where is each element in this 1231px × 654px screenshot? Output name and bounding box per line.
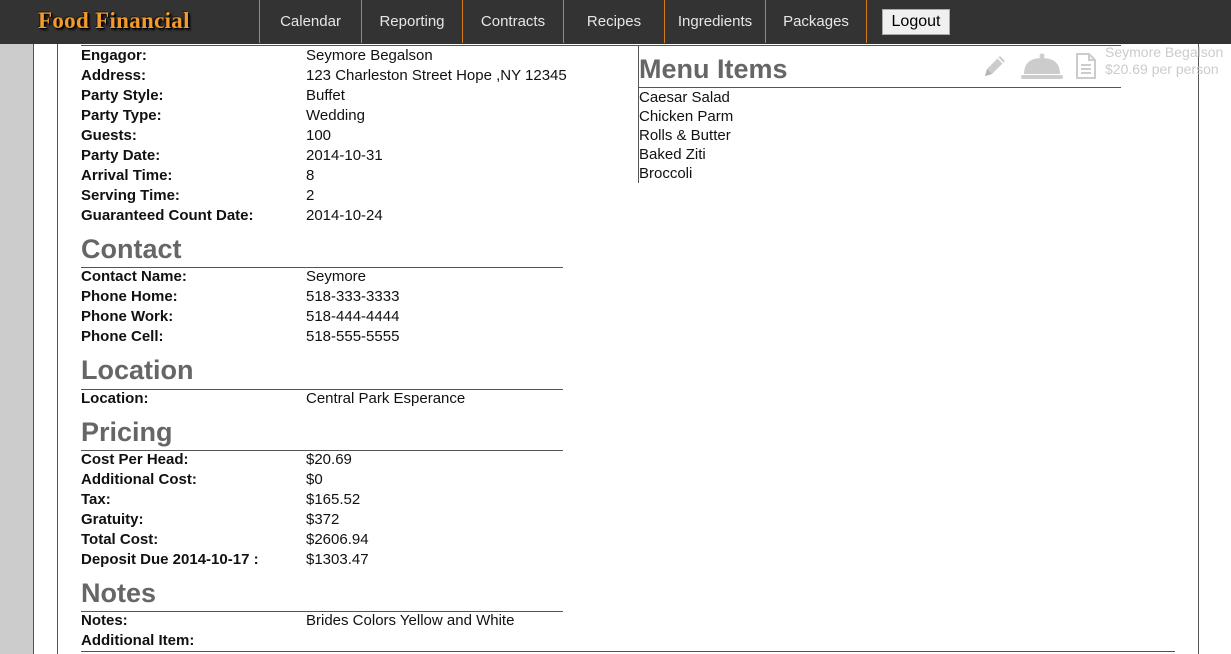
pencil-icon[interactable] — [981, 52, 1009, 80]
detail-label: Total Cost: — [81, 531, 159, 548]
detail-label: Cost Per Head: — [81, 451, 189, 468]
detail-value: Brides Colors Yellow and White — [306, 612, 515, 629]
menu-items-list: Caesar Salad Chicken Parm Rolls & Butter… — [639, 88, 733, 183]
nav-ingredients[interactable]: Ingredients — [664, 0, 765, 43]
detail-label: Guaranteed Count Date: — [81, 207, 254, 224]
left-gutter — [0, 44, 33, 654]
summary-name: Seymore Begalson — [1105, 44, 1224, 60]
detail-label: Notes: — [81, 612, 128, 629]
detail-label: Additional Item: — [81, 632, 195, 649]
detail-label: Contact Name: — [81, 268, 187, 285]
content-border-left — [57, 44, 58, 654]
pricing-heading: Pricing — [81, 417, 173, 447]
detail-value: $372 — [306, 511, 340, 528]
party-summary: Seymore Begalson $20.69 per person — [1105, 44, 1223, 78]
detail-label: Phone Home: — [81, 288, 178, 305]
menu-items-heading: Menu Items — [639, 54, 788, 84]
detail-label: Phone Work: — [81, 308, 174, 325]
detail-label: Address: — [81, 67, 147, 84]
detail-value: 100 — [306, 127, 332, 144]
detail-label: Gratuity: — [81, 511, 144, 528]
contact-heading: Contact — [81, 234, 182, 264]
summary-price: $20.69 per person — [1105, 61, 1219, 77]
brand-logo[interactable]: Food Financial — [38, 8, 190, 34]
main-nav: Calendar Reporting Contracts Recipes Ing… — [259, 0, 867, 44]
detail-value: Buffet — [306, 87, 345, 104]
menu-item: Caesar Salad — [639, 89, 730, 106]
location-heading: Location — [81, 355, 194, 385]
detail-label: Location: — [81, 390, 149, 407]
detail-label: Serving Time: — [81, 187, 180, 204]
detail-value: Wedding — [306, 107, 365, 124]
detail-value: Central Park Esperance — [306, 390, 466, 407]
menu-item: Chicken Parm — [639, 108, 734, 125]
detail-value: Seymore Begalson — [306, 47, 433, 64]
detail-value: 8 — [306, 167, 315, 184]
menu-item: Broccoli — [639, 165, 693, 182]
detail-value: 2014-10-31 — [306, 147, 383, 164]
detail-value: 518-555-5555 — [306, 328, 400, 345]
detail-label: Party Style: — [81, 87, 164, 104]
detail-label: Additional Cost: — [81, 471, 197, 488]
detail-value: Seymore — [306, 268, 367, 285]
bottom-divider — [81, 651, 1175, 652]
detail-value: $2606.94 — [306, 531, 369, 548]
detail-label: Tax: — [81, 491, 111, 508]
detail-label: Engagor: — [81, 47, 147, 64]
detail-label: Phone Cell: — [81, 328, 164, 345]
detail-value: $1303.47 — [306, 551, 369, 568]
top-navbar: Food Financial Calendar Reporting Contra… — [0, 0, 1231, 44]
notes-heading: Notes — [81, 578, 157, 608]
detail-label: Arrival Time: — [81, 167, 173, 184]
detail-value: 2 — [306, 187, 315, 204]
detail-value: 2014-10-24 — [306, 207, 383, 224]
menu-item: Rolls & Butter — [639, 127, 731, 144]
nav-contracts[interactable]: Contracts — [462, 0, 563, 43]
detail-value: $20.69 — [306, 451, 352, 468]
frame-border-left — [33, 44, 34, 654]
detail-value: 518-444-4444 — [306, 308, 400, 325]
serving-cloche-icon[interactable] — [1020, 50, 1064, 82]
detail-value: 123 Charleston Street Hope ,NY 12345 — [306, 67, 567, 84]
logout-button[interactable]: Logout — [882, 9, 950, 35]
frame-border-right — [1198, 44, 1199, 654]
detail-value: $0 — [306, 471, 323, 488]
detail-label: Guests: — [81, 127, 137, 144]
menu-item: Baked Ziti — [639, 146, 706, 163]
nav-reporting[interactable]: Reporting — [361, 0, 462, 43]
top-divider — [81, 45, 1121, 46]
detail-value: 518-333-3333 — [306, 288, 400, 305]
detail-label: Deposit Due 2014-10-17 : — [81, 551, 259, 568]
document-icon[interactable] — [1074, 52, 1098, 80]
detail-value: $165.52 — [306, 491, 361, 508]
nav-calendar[interactable]: Calendar — [259, 0, 361, 43]
detail-label: Party Type: — [81, 107, 162, 124]
nav-packages[interactable]: Packages — [765, 0, 867, 43]
nav-recipes[interactable]: Recipes — [563, 0, 664, 43]
detail-label: Party Date: — [81, 147, 161, 164]
